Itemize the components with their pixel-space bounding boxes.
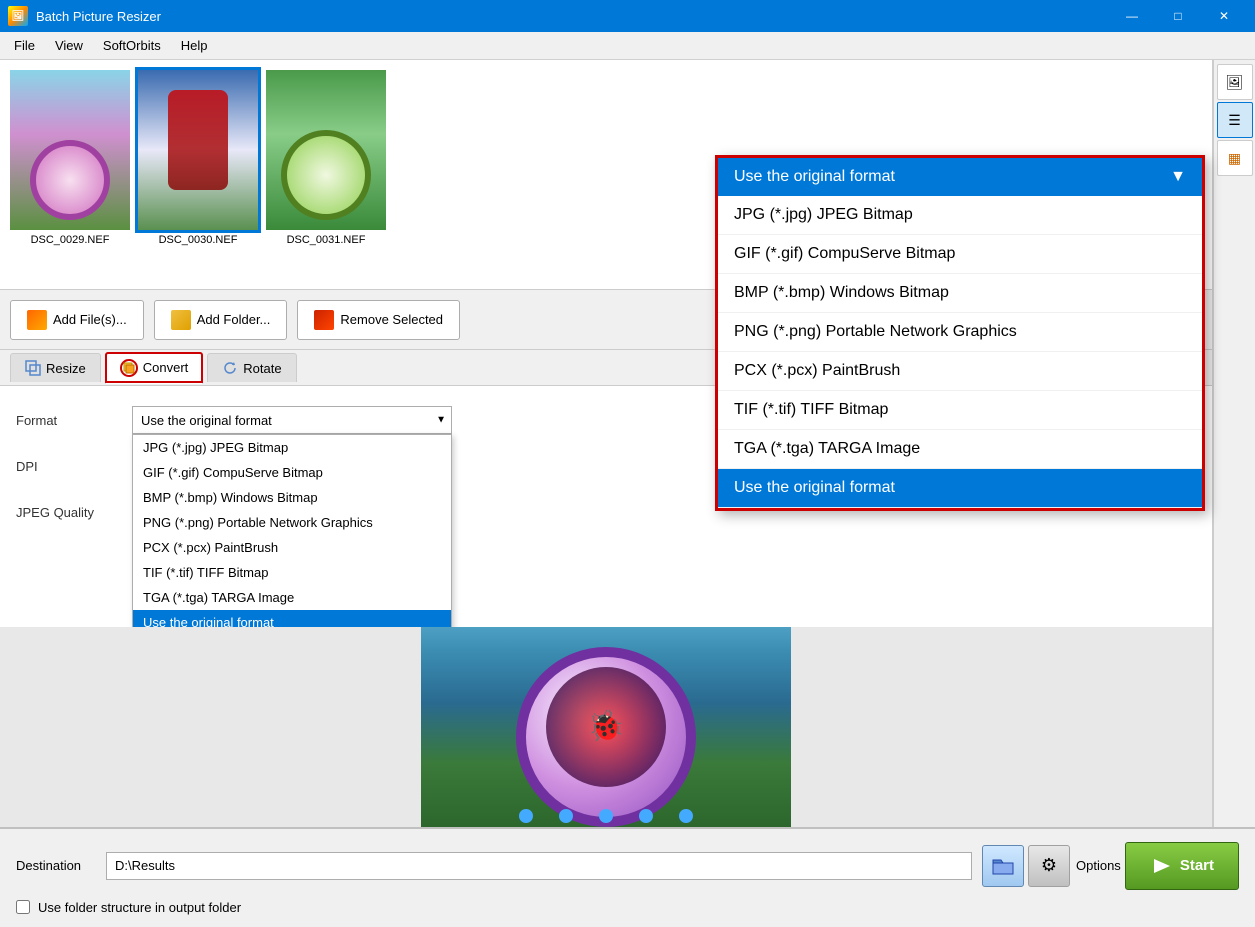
big-dropdown-item-3[interactable]: PNG (*.png) Portable Network Graphics <box>718 313 1202 352</box>
big-dropdown-item-2[interactable]: BMP (*.bmp) Windows Bitmap <box>718 274 1202 313</box>
dropdown-item-7[interactable]: Use the original format <box>133 610 451 627</box>
options-label: Options <box>1076 858 1121 873</box>
big-dropdown-item-5[interactable]: TIF (*.tif) TIFF Bitmap <box>718 391 1202 430</box>
dropdown-item-3[interactable]: PNG (*.png) Portable Network Graphics <box>133 510 451 535</box>
menu-view[interactable]: View <box>45 34 93 57</box>
convert-circle-icon <box>120 359 138 377</box>
menu-file[interactable]: File <box>4 34 45 57</box>
thumb-label-3: DSC_0031.NEF <box>287 234 366 246</box>
maximize-button[interactable]: □ <box>1155 0 1201 32</box>
big-dropdown-item-1[interactable]: GIF (*.gif) CompuServe Bitmap <box>718 235 1202 274</box>
right-sidebar: 🖼 ☰ ▦ <box>1213 60 1255 827</box>
big-dropdown-item-6[interactable]: TGA (*.tga) TARGA Image <box>718 430 1202 469</box>
format-select[interactable]: JPG (*.jpg) JPEG Bitmap GIF (*.gif) Comp… <box>132 406 452 434</box>
tab-rotate-label: Rotate <box>243 361 281 376</box>
sidebar-list-view-btn[interactable]: ☰ <box>1217 102 1253 138</box>
thumbnail-3[interactable]: DSC_0031.NEF <box>266 70 386 246</box>
thumb-image-3 <box>266 70 386 230</box>
thumbnail-2[interactable]: DSC_0030.NEF <box>138 70 258 246</box>
thumb-wrap-2 <box>138 70 258 230</box>
tab-resize[interactable]: Resize <box>10 353 101 382</box>
tab-convert-label: Convert <box>143 360 189 375</box>
browse-folder-button[interactable] <box>982 845 1024 887</box>
add-folder-icon <box>171 310 191 330</box>
tab-resize-label: Resize <box>46 361 86 376</box>
destination-input[interactable] <box>106 852 972 880</box>
add-files-label: Add File(s)... <box>53 312 127 327</box>
minimize-button[interactable]: — <box>1109 0 1155 32</box>
remove-selected-button[interactable]: Remove Selected <box>297 300 460 340</box>
rotate-icon <box>222 360 238 376</box>
start-arrow-icon <box>1150 855 1172 877</box>
dropdown-item-0[interactable]: JPG (*.jpg) JPEG Bitmap <box>133 435 451 460</box>
preview-area: 🐞 <box>0 627 1212 828</box>
remove-icon <box>314 310 334 330</box>
resize-icon <box>25 360 41 376</box>
big-dropdown-header[interactable]: Use the original format ▼ <box>718 158 1202 196</box>
big-dropdown-item-4[interactable]: PCX (*.pcx) PaintBrush <box>718 352 1202 391</box>
add-files-button[interactable]: Add File(s)... <box>10 300 144 340</box>
tab-rotate[interactable]: Rotate <box>207 353 296 382</box>
options-group: ⚙ Options <box>1028 845 1121 887</box>
checkbox-row: Use folder structure in output folder <box>16 900 1239 915</box>
menu-help[interactable]: Help <box>171 34 218 57</box>
thumb-label-2: DSC_0030.NEF <box>159 234 238 246</box>
remove-selected-label: Remove Selected <box>340 312 443 327</box>
thumb-image-1 <box>10 70 130 230</box>
format-dropdown-open: JPG (*.jpg) JPEG Bitmap GIF (*.gif) Comp… <box>132 434 452 627</box>
menu-bar: File View SoftOrbits Help <box>0 32 1255 60</box>
close-button[interactable]: ✕ <box>1201 0 1247 32</box>
thumb-wrap-1 <box>10 70 130 230</box>
tab-convert[interactable]: Convert <box>105 352 204 384</box>
dpi-label: DPI <box>16 459 116 474</box>
add-files-icon <box>27 310 47 330</box>
sidebar-grid-view-btn[interactable]: ▦ <box>1217 140 1253 176</box>
folder-structure-checkbox[interactable] <box>16 900 30 914</box>
dropdown-item-1[interactable]: GIF (*.gif) CompuServe Bitmap <box>133 460 451 485</box>
big-dropdown-header-text: Use the original format <box>734 168 895 186</box>
dropdown-item-2[interactable]: BMP (*.bmp) Windows Bitmap <box>133 485 451 510</box>
thumb-label-1: DSC_0029.NEF <box>31 234 110 246</box>
preview-image: 🐞 <box>421 627 791 828</box>
start-label: Start <box>1180 857 1214 874</box>
folder-structure-label: Use folder structure in output folder <box>38 900 241 915</box>
jpeg-quality-label: JPEG Quality <box>16 505 116 520</box>
folder-icon <box>991 856 1015 876</box>
big-dropdown-item-7[interactable]: Use the original format <box>718 469 1202 508</box>
start-button[interactable]: Start <box>1125 842 1239 890</box>
sidebar-image-view-btn[interactable]: 🖼 <box>1217 64 1253 100</box>
window-controls: — □ ✕ <box>1109 0 1247 32</box>
window-title: Batch Picture Resizer <box>36 9 1109 24</box>
bottom-bar: Destination ⚙ Options Start <box>0 827 1255 927</box>
menu-softorbits[interactable]: SoftOrbits <box>93 34 171 57</box>
convert-icon <box>123 362 135 374</box>
dropdown-item-5[interactable]: TIF (*.tif) TIFF Bitmap <box>133 560 451 585</box>
title-bar: 🖼 Batch Picture Resizer — □ ✕ <box>0 0 1255 32</box>
thumbnail-1[interactable]: DSC_0029.NEF <box>10 70 130 246</box>
format-label: Format <box>16 413 116 428</box>
big-dropdown-item-0[interactable]: JPG (*.jpg) JPEG Bitmap <box>718 196 1202 235</box>
big-format-dropdown: Use the original format ▼ JPG (*.jpg) JP… <box>715 155 1205 511</box>
app-icon: 🖼 <box>8 6 28 26</box>
dropdown-item-4[interactable]: PCX (*.pcx) PaintBrush <box>133 535 451 560</box>
add-folder-label: Add Folder... <box>197 312 271 327</box>
big-dropdown-arrow: ▼ <box>1170 168 1186 186</box>
destination-label: Destination <box>16 858 96 873</box>
thumb-wrap-3 <box>266 70 386 230</box>
thumb-image-2 <box>138 70 258 230</box>
dropdown-item-6[interactable]: TGA (*.tga) TARGA Image <box>133 585 451 610</box>
add-folder-button[interactable]: Add Folder... <box>154 300 288 340</box>
destination-row: Destination ⚙ Options Start <box>16 842 1239 890</box>
options-button[interactable]: ⚙ <box>1028 845 1070 887</box>
format-select-wrapper: JPG (*.jpg) JPEG Bitmap GIF (*.gif) Comp… <box>132 406 452 434</box>
